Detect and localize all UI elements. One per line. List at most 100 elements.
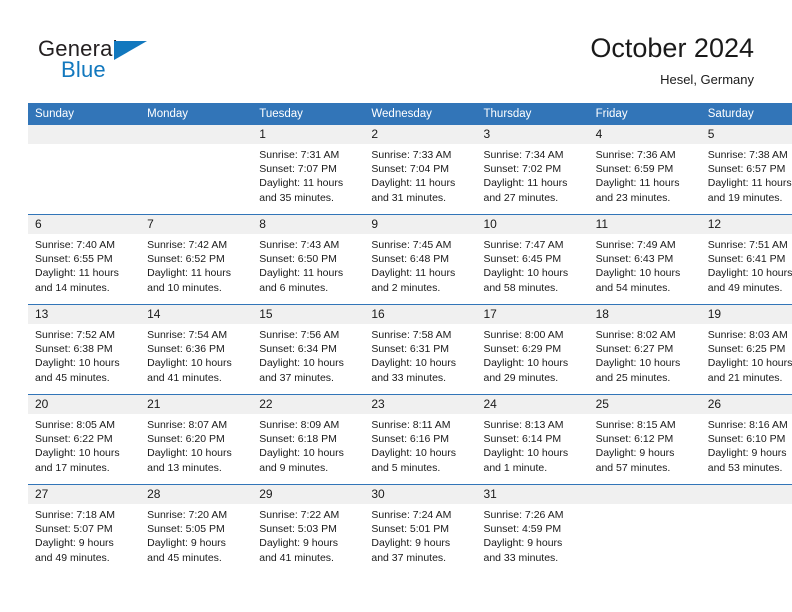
sunrise-time: Sunrise: 7:36 AM (595, 149, 676, 161)
day-cell[interactable]: 12 Sunrise: 7:51 AM Sunset: 6:41 PM Dayl… (700, 214, 792, 305)
daylight-line-2: and 21 minutes. (707, 371, 783, 384)
daylight-line-2: and 14 minutes. (35, 281, 110, 294)
day-details: Sunrise: 7:18 AM Sunset: 5:07 PM Dayligh… (28, 504, 140, 565)
day-details: Sunrise: 7:51 AM Sunset: 6:41 PM Dayligh… (701, 234, 792, 295)
day-cell[interactable]: 23 Sunrise: 8:11 AM Sunset: 6:16 PM Dayl… (364, 394, 477, 485)
day-cell[interactable] (140, 125, 253, 215)
day-details: Sunrise: 7:26 AM Sunset: 4:59 PM Dayligh… (477, 504, 589, 565)
day-cell[interactable]: 21 Sunrise: 8:07 AM Sunset: 6:20 PM Dayl… (140, 394, 253, 485)
day-details: Sunrise: 8:05 AM Sunset: 6:22 PM Dayligh… (28, 414, 140, 475)
day-details: Sunrise: 7:58 AM Sunset: 6:31 PM Dayligh… (364, 324, 476, 385)
daylight-line-1: Daylight: 9 hours (483, 537, 563, 550)
day-cell[interactable]: 15 Sunrise: 7:56 AM Sunset: 6:34 PM Dayl… (252, 304, 365, 395)
day-details: Sunrise: 8:02 AM Sunset: 6:27 PM Dayligh… (589, 324, 701, 385)
sunrise-time: Sunrise: 7:31 AM (259, 149, 340, 161)
sunset-time: Sunset: 6:36 PM (147, 343, 225, 356)
daylight-line-1: Daylight: 10 hours (483, 267, 569, 280)
day-details: Sunrise: 7:43 AM Sunset: 6:50 PM Dayligh… (252, 234, 364, 295)
weekday-header-wednesday: Wednesday (364, 103, 477, 125)
day-cell[interactable]: 17 Sunrise: 8:00 AM Sunset: 6:29 PM Dayl… (476, 304, 589, 395)
day-number: 5 (700, 125, 792, 144)
sunset-time: Sunset: 5:05 PM (147, 523, 225, 536)
day-cell[interactable]: 31 Sunrise: 7:26 AM Sunset: 4:59 PM Dayl… (476, 484, 589, 574)
daylight-line-1: Daylight: 11 hours (371, 267, 456, 280)
sunset-time: Sunset: 7:02 PM (483, 163, 562, 176)
day-details: Sunrise: 7:31 AM Sunset: 7:07 PM Dayligh… (252, 144, 364, 205)
day-number: 17 (476, 305, 589, 324)
sunrise-time: Sunrise: 8:09 AM (259, 419, 340, 431)
daylight-line-2: and 33 minutes. (371, 371, 447, 384)
day-cell[interactable]: 9 Sunrise: 7:45 AM Sunset: 6:48 PM Dayli… (364, 214, 477, 305)
sunrise-time: Sunrise: 8:05 AM (35, 419, 115, 431)
sunset-time: Sunset: 6:34 PM (259, 343, 337, 356)
day-cell[interactable]: 19 Sunrise: 8:03 AM Sunset: 6:25 PM Dayl… (700, 304, 792, 395)
sunset-time: Sunset: 6:20 PM (147, 433, 225, 446)
triangle-logo-mark-icon (114, 41, 147, 60)
sunrise-time: Sunrise: 7:26 AM (483, 509, 564, 521)
daylight-line-1: Daylight: 10 hours (595, 267, 681, 280)
day-cell[interactable]: 8 Sunrise: 7:43 AM Sunset: 6:50 PM Dayli… (252, 214, 365, 305)
sunset-time: Sunset: 6:59 PM (595, 163, 674, 176)
day-details: Sunrise: 8:07 AM Sunset: 6:20 PM Dayligh… (140, 414, 252, 475)
day-number: 11 (588, 215, 701, 234)
day-cell[interactable]: 16 Sunrise: 7:58 AM Sunset: 6:31 PM Dayl… (364, 304, 477, 395)
day-details: Sunrise: 7:45 AM Sunset: 6:48 PM Dayligh… (364, 234, 476, 295)
sunrise-time: Sunrise: 7:43 AM (259, 239, 340, 251)
day-cell[interactable] (588, 484, 701, 574)
daylight-line-1: Daylight: 9 hours (35, 537, 114, 550)
daylight-line-1: Daylight: 11 hours (595, 177, 680, 190)
day-details: Sunrise: 7:49 AM Sunset: 6:43 PM Dayligh… (589, 234, 701, 295)
day-details: Sunrise: 8:16 AM Sunset: 6:10 PM Dayligh… (701, 414, 792, 475)
daylight-line-2: and 31 minutes. (371, 191, 447, 204)
day-cell[interactable]: 20 Sunrise: 8:05 AM Sunset: 6:22 PM Dayl… (28, 394, 141, 485)
sunset-time: Sunset: 6:12 PM (595, 433, 674, 446)
day-details: Sunrise: 7:36 AM Sunset: 6:59 PM Dayligh… (589, 144, 701, 205)
daylight-line-2: and 37 minutes. (371, 551, 447, 564)
day-cell[interactable]: 26 Sunrise: 8:16 AM Sunset: 6:10 PM Dayl… (700, 394, 792, 485)
daylight-line-1: Daylight: 11 hours (35, 267, 119, 280)
day-cell[interactable]: 4 Sunrise: 7:36 AM Sunset: 6:59 PM Dayli… (588, 125, 701, 215)
day-cell[interactable]: 14 Sunrise: 7:54 AM Sunset: 6:36 PM Dayl… (140, 304, 253, 395)
day-number: 19 (700, 305, 792, 324)
day-cell[interactable]: 18 Sunrise: 8:02 AM Sunset: 6:27 PM Dayl… (588, 304, 701, 395)
day-cell[interactable]: 22 Sunrise: 8:09 AM Sunset: 6:18 PM Dayl… (252, 394, 365, 485)
day-details (140, 144, 252, 148)
day-cell[interactable] (28, 125, 141, 215)
daylight-line-2: and 5 minutes. (371, 461, 441, 474)
day-cell[interactable]: 27 Sunrise: 7:18 AM Sunset: 5:07 PM Dayl… (28, 484, 141, 574)
day-cell[interactable]: 30 Sunrise: 7:24 AM Sunset: 5:01 PM Dayl… (364, 484, 477, 574)
day-cell[interactable]: 11 Sunrise: 7:49 AM Sunset: 6:43 PM Dayl… (588, 214, 701, 305)
day-details: Sunrise: 8:03 AM Sunset: 6:25 PM Dayligh… (701, 324, 792, 385)
weekday-header-saturday: Saturday (700, 103, 792, 125)
daylight-line-2: and 19 minutes. (707, 191, 783, 204)
day-cell[interactable]: 28 Sunrise: 7:20 AM Sunset: 5:05 PM Dayl… (140, 484, 253, 574)
daylight-line-2: and 13 minutes. (147, 461, 222, 474)
daylight-line-1: Daylight: 10 hours (147, 447, 232, 460)
day-cell[interactable]: 29 Sunrise: 7:22 AM Sunset: 5:03 PM Dayl… (252, 484, 365, 574)
day-details: Sunrise: 7:34 AM Sunset: 7:02 PM Dayligh… (477, 144, 589, 205)
daylight-line-2: and 2 minutes. (371, 281, 441, 294)
week-row: 13 Sunrise: 7:52 AM Sunset: 6:38 PM Dayl… (28, 304, 792, 395)
daylight-line-1: Daylight: 9 hours (707, 447, 787, 460)
day-cell[interactable]: 6 Sunrise: 7:40 AM Sunset: 6:55 PM Dayli… (28, 214, 141, 305)
daylight-line-2: and 45 minutes. (147, 551, 222, 564)
day-cell[interactable] (700, 484, 792, 574)
day-cell[interactable]: 10 Sunrise: 7:47 AM Sunset: 6:45 PM Dayl… (476, 214, 589, 305)
day-cell[interactable]: 2 Sunrise: 7:33 AM Sunset: 7:04 PM Dayli… (364, 125, 477, 215)
day-details (701, 504, 792, 508)
daylight-line-1: Daylight: 11 hours (371, 177, 456, 190)
day-cell[interactable]: 25 Sunrise: 8:15 AM Sunset: 6:12 PM Dayl… (588, 394, 701, 485)
weekday-header-tuesday: Tuesday (252, 103, 365, 125)
day-number: 13 (28, 305, 141, 324)
day-cell[interactable]: 1 Sunrise: 7:31 AM Sunset: 7:07 PM Dayli… (252, 125, 365, 215)
sunset-time: Sunset: 7:04 PM (371, 163, 450, 176)
week-row: 6 Sunrise: 7:40 AM Sunset: 6:55 PM Dayli… (28, 214, 792, 305)
day-cell[interactable]: 7 Sunrise: 7:42 AM Sunset: 6:52 PM Dayli… (140, 214, 253, 305)
sunset-time: Sunset: 5:01 PM (371, 523, 450, 536)
daylight-line-2: and 57 minutes. (595, 461, 671, 474)
day-number: 2 (364, 125, 477, 144)
day-cell[interactable]: 13 Sunrise: 7:52 AM Sunset: 6:38 PM Dayl… (28, 304, 141, 395)
day-cell[interactable]: 5 Sunrise: 7:38 AM Sunset: 6:57 PM Dayli… (700, 125, 792, 215)
day-cell[interactable]: 3 Sunrise: 7:34 AM Sunset: 7:02 PM Dayli… (476, 125, 589, 215)
day-cell[interactable]: 24 Sunrise: 8:13 AM Sunset: 6:14 PM Dayl… (476, 394, 589, 485)
